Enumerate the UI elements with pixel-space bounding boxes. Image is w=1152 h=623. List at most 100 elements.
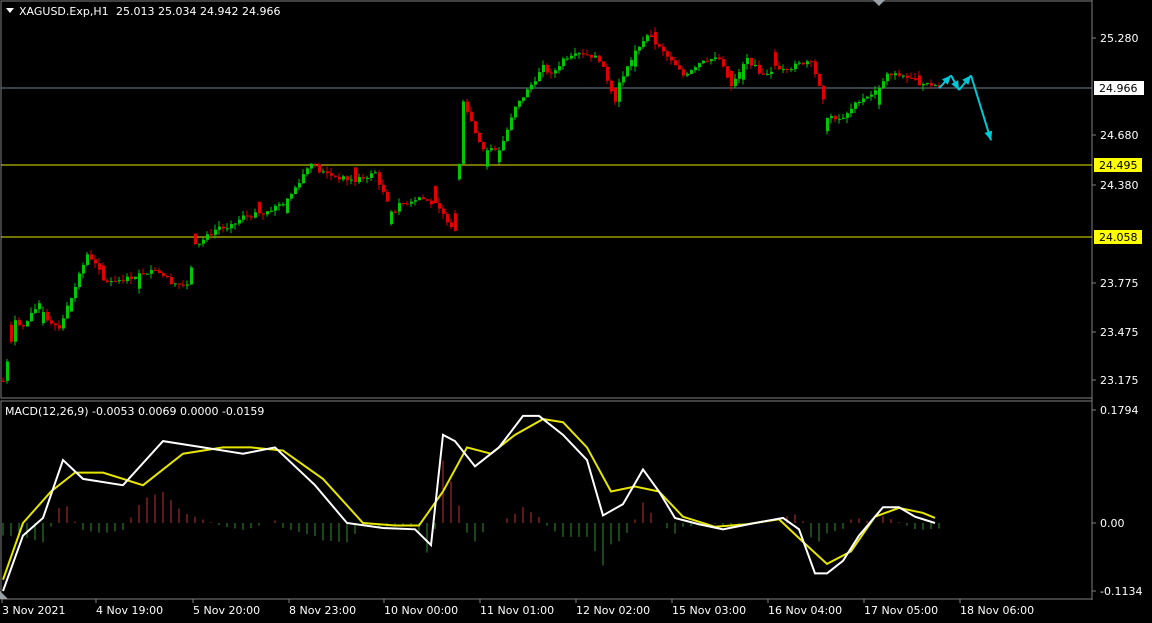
price-tick: 24.380: [1100, 179, 1139, 192]
candle-body: [346, 176, 349, 181]
macd-header: MACD(12,26,9) -0.0053 0.0069 0.0000 -0.0…: [5, 405, 264, 418]
candle-body: [810, 61, 813, 63]
candle-body: [598, 55, 601, 62]
candle-body: [646, 35, 649, 42]
candle-body: [890, 73, 893, 76]
candle-body: [870, 94, 873, 97]
candle-body: [702, 60, 705, 64]
price-tick: 24.680: [1100, 129, 1139, 142]
candle-body: [546, 64, 549, 73]
candle-body: [146, 273, 149, 275]
candle-body: [782, 69, 785, 71]
candle-body: [826, 118, 829, 132]
candle-body: [622, 76, 625, 83]
candle-body: [178, 283, 181, 285]
candle-body: [886, 73, 889, 82]
candle-body: [150, 269, 153, 274]
ohlc-values: 25.013 25.034 24.942 24.966: [116, 5, 280, 18]
candle-body: [882, 81, 885, 88]
candle-body: [618, 82, 621, 102]
candle-body: [490, 148, 493, 151]
candle-body: [242, 215, 245, 220]
candle-body: [770, 71, 773, 75]
time-tick: 3 Nov 2021: [2, 604, 65, 617]
candle-body: [110, 281, 113, 283]
time-tick: 10 Nov 00:00: [384, 604, 458, 617]
price-tick: 23.175: [1100, 374, 1139, 387]
candle-body: [642, 41, 645, 47]
candle-body: [418, 197, 421, 201]
candle-body: [154, 269, 157, 271]
candle-body: [842, 117, 845, 119]
candle-body: [162, 273, 165, 276]
candle-body: [718, 57, 721, 60]
candle-body: [934, 85, 937, 87]
candle-body: [678, 65, 681, 70]
bearish-candle: [434, 185, 437, 204]
candle-body: [326, 171, 329, 174]
candle-body: [658, 44, 661, 47]
candle-body: [226, 228, 229, 230]
candle-body: [174, 283, 177, 285]
candle-body: [706, 60, 709, 62]
candle-body: [766, 74, 769, 76]
candle-body: [310, 163, 313, 169]
bullish-candle: [14, 315, 17, 346]
time-tick: 17 Nov 05:00: [864, 604, 938, 617]
chart-svg[interactable]: XAGUSD.Exp,H1 25.013 25.034 24.942 24.96…: [0, 0, 1152, 619]
candle-body: [790, 69, 793, 71]
candle-body: [182, 284, 185, 286]
candle-body: [70, 298, 73, 312]
bearish-candle: [10, 321, 13, 345]
candle-body: [382, 184, 385, 192]
candle-body: [122, 280, 125, 282]
candle-body: [118, 280, 121, 282]
candle-body: [222, 226, 225, 229]
chart-background: [0, 0, 1152, 619]
candle-body: [798, 62, 801, 64]
candle-body: [626, 66, 629, 77]
candle-body: [398, 203, 401, 212]
candle-body: [270, 210, 273, 212]
candle-body: [214, 229, 217, 235]
bearish-candle: [474, 120, 477, 134]
candle-body: [806, 61, 809, 65]
candle-body: [126, 276, 129, 281]
candle-body: [918, 75, 921, 86]
candle-body: [414, 200, 417, 202]
candle-body: [198, 243, 201, 245]
level-label-24495: 24.495: [1099, 159, 1138, 172]
chart-window[interactable]: XAGUSD.Exp,H1 25.013 25.034 24.942 24.96…: [0, 0, 1152, 619]
candle-body: [250, 216, 253, 218]
candle-body: [106, 280, 109, 283]
bullish-candle: [78, 271, 81, 290]
candle-body: [486, 150, 489, 167]
candle-body: [726, 66, 729, 78]
candle-body: [350, 179, 353, 181]
time-tick: 16 Nov 04:00: [768, 604, 842, 617]
candle-body: [786, 69, 789, 71]
candle-body: [438, 203, 441, 209]
candle-body: [742, 64, 745, 80]
candle-body: [686, 73, 689, 76]
candle-body: [298, 183, 301, 188]
candle-body: [98, 263, 101, 270]
price-tick: 23.775: [1100, 277, 1139, 290]
time-tick: 15 Nov 03:00: [672, 604, 746, 617]
candle-body: [434, 186, 437, 204]
candle-body: [134, 276, 137, 279]
candle-body: [630, 59, 633, 67]
candle-body: [294, 187, 297, 195]
candle-body: [210, 234, 213, 236]
price-tick: 25.280: [1100, 32, 1139, 45]
candle-body: [722, 59, 725, 67]
candle-body: [186, 284, 189, 286]
time-tick: 8 Nov 23:00: [289, 604, 356, 617]
candle-body: [482, 142, 485, 150]
candle-body: [838, 118, 841, 120]
candle-body: [394, 211, 397, 213]
price-tick: 23.475: [1100, 326, 1139, 339]
candle-body: [710, 59, 713, 62]
time-tick: 4 Nov 19:00: [96, 604, 163, 617]
candle-body: [230, 224, 233, 229]
